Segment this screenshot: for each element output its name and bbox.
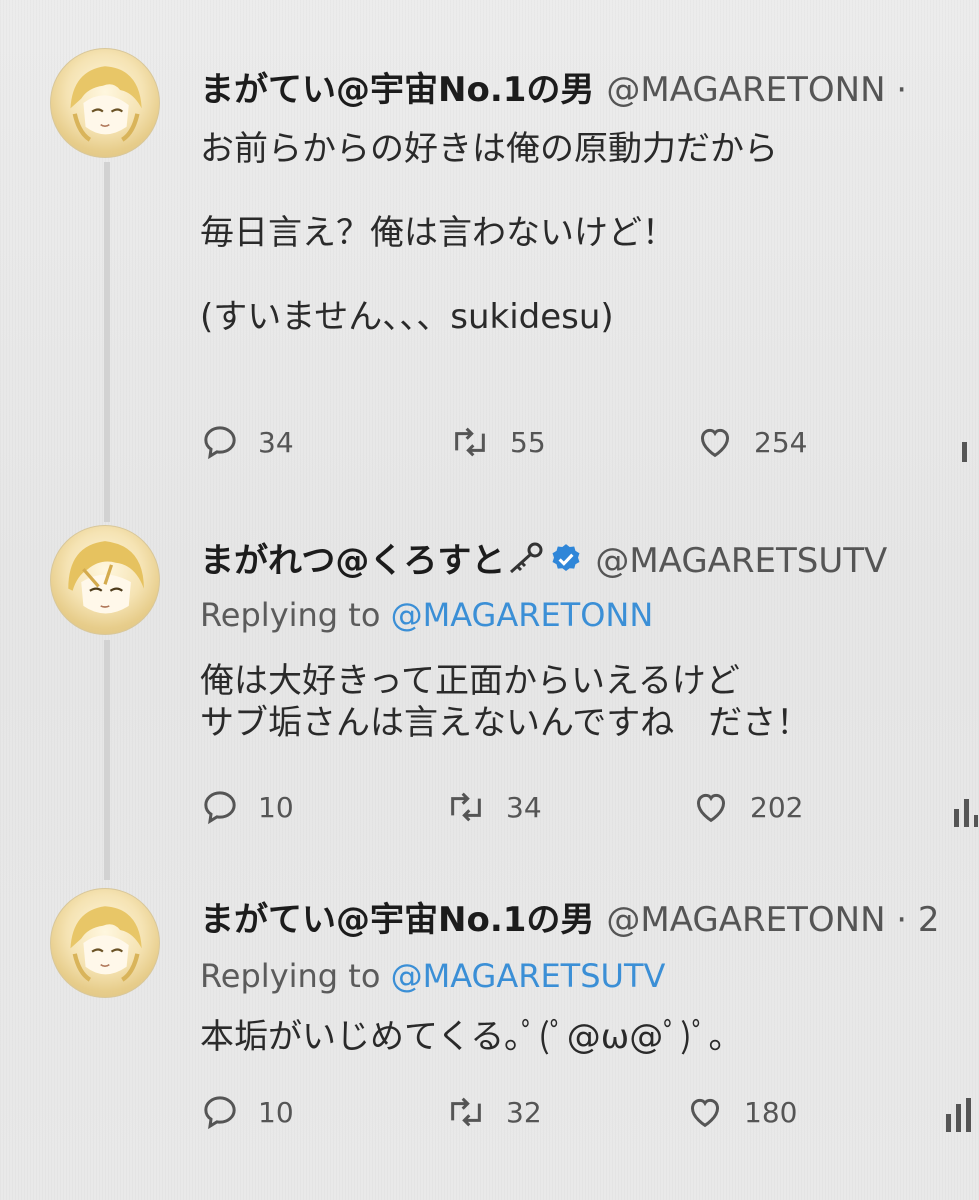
user-handle[interactable]: @MAGARETSUTV [595, 541, 887, 581]
user-handle[interactable]: @MAGARETONN · 2 [606, 900, 939, 940]
replying-to-label: Replying to [200, 957, 391, 995]
reply-button[interactable]: 10 [200, 787, 294, 827]
tweet-text: お前らからの好きは俺の原動力だから 毎日言え？俺は言わないけど！ (すいません、… [200, 129, 778, 337]
tweet-header: まがてい@宇宙No.1の男 @MAGARETONN · 2 [200, 900, 940, 940]
retweet-icon [451, 1097, 481, 1127]
tweet-actions: 10 34 202 [0, 787, 979, 837]
tweet-actions: 34 55 254 [0, 422, 979, 472]
tweet-header: まがてい@宇宙No.1の男 @MAGARETONN · [200, 70, 907, 110]
retweet-count: 32 [506, 1095, 542, 1129]
avatar-illustration [68, 541, 144, 614]
key-icon [505, 540, 545, 585]
retweet-icon [451, 792, 481, 822]
tweet-header: まがれつ@くろすと @MAGARETSUTV [200, 540, 887, 585]
retweet-button[interactable]: 55 [448, 422, 546, 462]
reply-button[interactable]: 34 [200, 422, 294, 462]
analytics-button[interactable] [944, 1096, 974, 1132]
replying-to: Replying to @MAGARETONN [200, 595, 653, 635]
analytics-button[interactable] [952, 791, 978, 827]
like-button[interactable]: 180 [684, 1092, 797, 1132]
retweet-count: 34 [506, 790, 542, 824]
retweet-button[interactable]: 34 [444, 787, 542, 827]
tweet-text: 俺は大好きって正面からいえるけど サブ垢さんは言えないんですね ださ！ [200, 661, 811, 743]
reply-count: 10 [258, 790, 294, 824]
heart-icon [696, 793, 726, 823]
like-button[interactable]: 254 [694, 422, 807, 462]
user-handle[interactable]: @MAGARETONN · [606, 70, 907, 110]
like-count: 180 [744, 1095, 798, 1129]
analytics-icon [954, 799, 978, 827]
display-name[interactable]: まがてい@宇宙No.1の男 [200, 900, 594, 940]
analytics-icon [962, 442, 967, 462]
retweet-button[interactable]: 32 [444, 1092, 542, 1132]
reply-icon [204, 426, 236, 460]
tweet-text: 本垢がいじめてくる｡ﾟ(ﾟ@ω@ﾟ)ﾟ｡ [200, 1017, 726, 1057]
replying-to-label: Replying to [200, 596, 391, 634]
retweet-icon [455, 427, 485, 457]
reply-button[interactable]: 10 [200, 1092, 294, 1132]
avatar[interactable] [50, 888, 160, 998]
replying-to-mention[interactable]: @MAGARETONN [391, 596, 654, 634]
analytics-button[interactable] [958, 426, 978, 462]
tweet-thread-screen: まがてい@宇宙No.1の男 @MAGARETONN · お前らからの好きは俺の原動… [0, 0, 979, 1200]
retweet-count: 55 [510, 425, 546, 459]
verified-badge-icon [549, 542, 583, 585]
avatar[interactable] [50, 525, 160, 635]
tweet-actions: 10 32 180 [0, 1092, 979, 1142]
replying-to: Replying to @MAGARETSUTV [200, 956, 665, 996]
avatar-illustration [70, 66, 142, 142]
heart-icon [690, 1098, 720, 1128]
reply-icon [204, 1096, 236, 1130]
like-count: 202 [750, 790, 804, 824]
avatar[interactable] [50, 48, 160, 158]
reply-count: 34 [258, 425, 294, 459]
reply-icon [204, 791, 236, 825]
heart-icon [700, 428, 730, 458]
thread-connector-line [104, 640, 110, 880]
like-count: 254 [754, 425, 808, 459]
like-button[interactable]: 202 [690, 787, 803, 827]
display-name[interactable]: まがれつ@くろすと [200, 541, 505, 581]
avatar-illustration [70, 906, 142, 982]
reply-count: 10 [258, 1095, 294, 1129]
display-name[interactable]: まがてい@宇宙No.1の男 [200, 70, 594, 110]
analytics-icon [946, 1098, 971, 1132]
replying-to-mention[interactable]: @MAGARETSUTV [391, 957, 666, 995]
